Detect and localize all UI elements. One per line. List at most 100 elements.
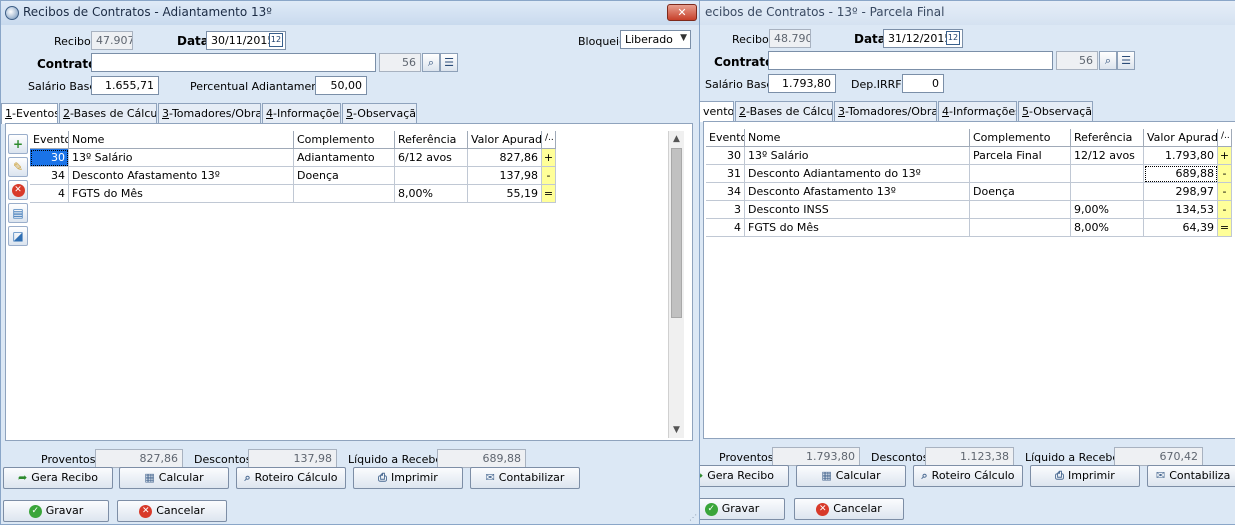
cell-nome[interactable]: Desconto Afastamento 13º [745, 183, 970, 201]
cell-referencia[interactable]: 6/12 avos [395, 149, 468, 167]
list-icon[interactable]: ☰ [1117, 51, 1135, 70]
cell-sinal[interactable]: - [1218, 183, 1232, 201]
gravar-button[interactable]: ✓ Gravar [699, 498, 785, 520]
cell-sinal[interactable]: = [1218, 219, 1232, 237]
resize-grip-icon[interactable]: ⋰ [689, 513, 697, 522]
cell-sinal[interactable]: - [1218, 201, 1232, 219]
col-referencia[interactable]: Referência [1071, 129, 1144, 147]
contabilizar-button[interactable]: ✉ Contabilizar [470, 467, 580, 489]
cell-evento[interactable]: 31 [706, 165, 745, 183]
gravar-button[interactable]: ✓ Gravar [3, 500, 109, 522]
title-bar[interactable]: ecibos de Contratos - 13º - Parcela Fina… [699, 1, 1235, 25]
tab-informacoes[interactable]: 4-Informações [938, 101, 1017, 121]
imprimir-button[interactable]: ⎙ Imprimir [353, 467, 463, 489]
cell-nome[interactable]: Desconto Adiantamento do 13º [745, 165, 970, 183]
edit-row-icon[interactable]: ◪ [8, 226, 28, 246]
tab-eventos[interactable]: ventos [699, 101, 734, 122]
tab-tomadores-obras[interactable]: 3-Tomadores/Obras [834, 101, 937, 121]
cell-evento[interactable]: 4 [30, 185, 69, 203]
cell-evento[interactable]: 34 [30, 167, 69, 185]
percentual-field[interactable]: 50,00 [315, 76, 367, 95]
cancelar-button[interactable]: ✕ Cancelar [117, 500, 227, 522]
scroll-thumb[interactable] [671, 148, 682, 318]
cell-sinal[interactable]: + [1218, 147, 1232, 165]
roteiro-calculo-button[interactable]: ⌕ Roteiro Cálculo [913, 465, 1023, 487]
cell-nome[interactable]: Desconto Afastamento 13º [69, 167, 294, 185]
list-icon[interactable]: ☰ [440, 53, 458, 72]
cell-evento[interactable]: 4 [706, 219, 745, 237]
tab-observacao[interactable]: 5-Observação [1018, 101, 1093, 121]
cell-valor[interactable]: 827,86 [468, 149, 542, 167]
gera-recibo-button[interactable]: ➦Gera Recibo [699, 465, 789, 487]
cell-valor[interactable]: 137,98 [468, 167, 542, 185]
cell-nome[interactable]: FGTS do Mês [745, 219, 970, 237]
search-icon[interactable]: ⌕ [422, 53, 440, 72]
add-icon[interactable]: + [8, 134, 28, 154]
cell-valor[interactable]: 134,53 [1144, 201, 1218, 219]
col-valor[interactable]: Valor Apurado [468, 131, 542, 149]
bloqueio-select[interactable]: Liberado ▼ [620, 30, 691, 49]
scroll-down-icon[interactable]: ▼ [669, 422, 684, 438]
close-button[interactable]: ✕ [667, 4, 697, 21]
scroll-up-icon[interactable]: ▲ [669, 131, 684, 147]
col-sinal[interactable]: /.. [1218, 129, 1232, 147]
title-bar[interactable]: Recibos de Contratos - Adiantamento 13º … [1, 1, 699, 25]
col-sinal[interactable]: /.. [542, 131, 556, 149]
delete-icon[interactable]: ✕ [8, 180, 28, 200]
gera-recibo-button[interactable]: ➦Gera Recibo [3, 467, 113, 489]
tab-bases-calculo[interactable]: 2-Bases de Cálculo [735, 101, 833, 121]
cell-nome[interactable]: Desconto INSS [745, 201, 970, 219]
cell-complemento[interactable] [970, 165, 1071, 183]
roteiro-calculo-button[interactable]: ⌕ Roteiro Cálculo [236, 467, 346, 489]
cell-referencia[interactable] [1071, 165, 1144, 183]
calendar-icon[interactable]: 12 [946, 31, 960, 45]
cell-sinal[interactable]: + [542, 149, 556, 167]
search-icon[interactable]: ⌕ [1099, 51, 1117, 70]
tab-tomadores-obras[interactable]: 3-Tomadores/Obras [158, 103, 261, 123]
cell-valor[interactable]: 1.793,80 [1144, 147, 1218, 165]
cell-evento[interactable]: 34 [706, 183, 745, 201]
salario-field[interactable]: 1.655,71 [91, 76, 159, 95]
cell-valor[interactable]: 55,19 [468, 185, 542, 203]
tab-informacoes[interactable]: 4-Informações [262, 103, 341, 123]
col-complemento[interactable]: Complemento [294, 131, 395, 149]
edit-icon[interactable]: ✎ [8, 157, 28, 177]
col-valor[interactable]: Valor Apurado [1144, 129, 1218, 147]
cell-referencia[interactable] [395, 167, 468, 185]
col-nome[interactable]: Nome [745, 129, 970, 147]
contabilizar-button[interactable]: ✉ Contabiliza [1147, 465, 1235, 487]
cell-complemento[interactable] [294, 185, 395, 203]
cell-complemento[interactable]: Adiantamento [294, 149, 395, 167]
cell-nome[interactable]: 13º Salário [69, 149, 294, 167]
cell-nome[interactable]: 13º Salário [745, 147, 970, 165]
contrato-field[interactable] [91, 53, 376, 72]
col-evento[interactable]: Evento [706, 129, 745, 147]
dep-irrf-field[interactable]: 0 [902, 74, 944, 93]
tab-eventos[interactable]: 1-Eventos [1, 103, 58, 124]
contrato-field[interactable] [768, 51, 1053, 70]
cell-evento[interactable]: 3 [706, 201, 745, 219]
cell-evento[interactable]: 30 [30, 149, 69, 167]
calcular-button[interactable]: ▦ Calcular [119, 467, 229, 489]
cell-complemento[interactable]: Doença [294, 167, 395, 185]
cell-complemento[interactable] [970, 219, 1071, 237]
cell-evento[interactable]: 30 [706, 147, 745, 165]
cell-complemento[interactable] [970, 201, 1071, 219]
col-nome[interactable]: Nome [69, 131, 294, 149]
salario-field[interactable]: 1.793,80 [768, 74, 836, 93]
cell-complemento[interactable]: Parcela Final [970, 147, 1071, 165]
cell-referencia[interactable]: 12/12 avos [1071, 147, 1144, 165]
tab-observacao[interactable]: 5-Observação [342, 103, 417, 123]
col-evento[interactable]: Evento [30, 131, 69, 149]
cell-valor[interactable]: 64,39 [1144, 219, 1218, 237]
cell-complemento[interactable]: Doença [970, 183, 1071, 201]
imprimir-button[interactable]: ⎙ Imprimir [1030, 465, 1140, 487]
cell-referencia[interactable] [1071, 183, 1144, 201]
cell-sinal[interactable]: = [542, 185, 556, 203]
cell-sinal[interactable]: - [1218, 165, 1232, 183]
col-complemento[interactable]: Complemento [970, 129, 1071, 147]
cell-referencia[interactable]: 9,00% [1071, 201, 1144, 219]
cell-nome[interactable]: FGTS do Mês [69, 185, 294, 203]
insert-row-icon[interactable]: ▤ [8, 203, 28, 223]
cell-valor[interactable]: 689,88 [1144, 165, 1218, 183]
